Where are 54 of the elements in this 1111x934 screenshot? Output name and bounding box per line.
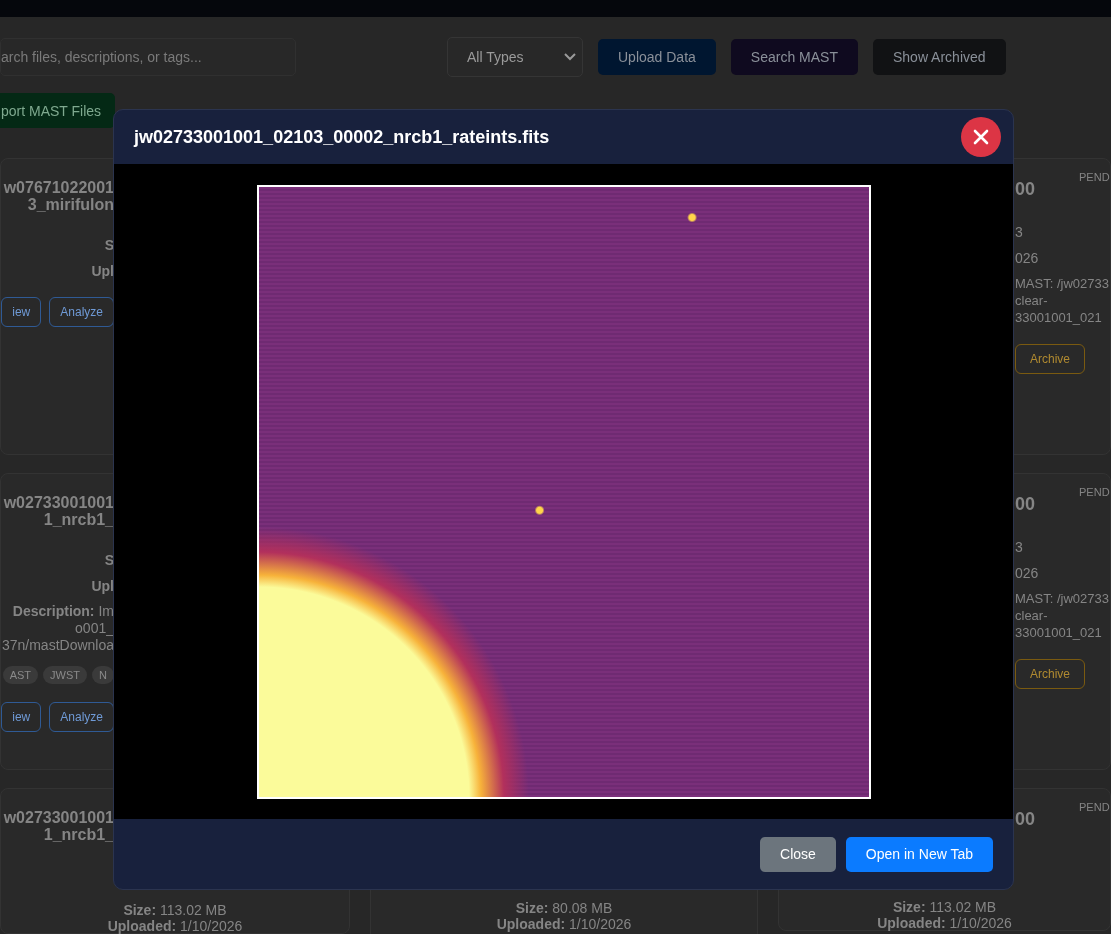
archive-button[interactable]: Archive (1015, 344, 1085, 374)
file-title: 00 (1015, 809, 1036, 830)
open-tab-button[interactable]: Open in New Tab (845, 836, 993, 872)
description-line: MAST: /jw02733 (1015, 590, 1109, 607)
status-label: PEND (1079, 801, 1110, 813)
uploaded-label: Upl (91, 578, 114, 594)
close-icon (973, 129, 989, 145)
archive-button[interactable]: Archive (1015, 659, 1085, 689)
uploaded-label: Upl (91, 263, 114, 279)
uploaded-label: Uploaded: 1/10/2026 (495, 917, 633, 931)
tag-chip: AST (2, 666, 39, 684)
uploaded-label: Uploaded: 1/10/2026 (106, 919, 244, 933)
size-label: Size: 113.02 MB (122, 903, 228, 917)
uploaded-label: 026 (1015, 565, 1039, 581)
card-button[interactable]: iew (1, 702, 42, 732)
file-title: 00 (1015, 494, 1036, 515)
size-label: Size: 80.08 MB (514, 901, 614, 915)
file-title-line: w02733001001 (3, 809, 114, 826)
toolbar-button[interactable]: Upload Data (598, 39, 716, 75)
file-title-line: w07671022001 (3, 179, 114, 196)
uploaded-label: Uploaded: 1/10/2026 (876, 916, 1013, 930)
description-line: MAST: /jw02733 (1015, 275, 1109, 292)
uploaded-label: 026 (1015, 250, 1039, 266)
import-button[interactable]: port MAST Files (0, 93, 116, 128)
description-line: o001_ (74, 620, 114, 637)
modal-title: jw02733001001_02103_00002_nrcb1_rateints.fits (134, 126, 550, 148)
toolbar-button[interactable]: Search MAST (730, 39, 858, 75)
close-button[interactable]: Close (760, 836, 836, 872)
status-label: PEND (1079, 171, 1110, 183)
description-line: clear- (1015, 292, 1049, 309)
tag-chip: JWST (43, 666, 88, 684)
size-label: 3 (1015, 539, 1023, 555)
type-dropdown[interactable]: All Types (447, 37, 583, 77)
card-button[interactable]: iew (1, 297, 42, 327)
status-label: PEND (1079, 486, 1110, 498)
search-field[interactable]: arch files, descriptions, or tags... (0, 38, 296, 76)
description-line: 33001001_021 (1015, 624, 1103, 641)
chevron-down-icon (564, 53, 576, 61)
description-line: Description: Im (11, 603, 114, 620)
size-label: S (104, 237, 114, 253)
toolbar-button[interactable]: Show Archived (872, 39, 1006, 75)
close-button[interactable] (961, 117, 1001, 157)
tag-chip: N (92, 666, 114, 684)
file-title: 00 (1015, 179, 1036, 200)
description-line: clear- (1015, 607, 1049, 624)
file-title-line: 3_mirifulon (27, 196, 114, 213)
description-line: 37n/mastDownloa (1, 637, 114, 654)
file-title-line: 1_nrcb1_ (43, 511, 114, 528)
size-label: Size: 113.02 MB (891, 900, 998, 914)
file-title-line: 1_nrcb1_ (43, 826, 114, 843)
description-line: 33001001_021 (1015, 309, 1103, 326)
size-label: 3 (1015, 224, 1023, 240)
size-label: S (104, 552, 114, 568)
file-title-line: w02733001001 (3, 494, 114, 511)
